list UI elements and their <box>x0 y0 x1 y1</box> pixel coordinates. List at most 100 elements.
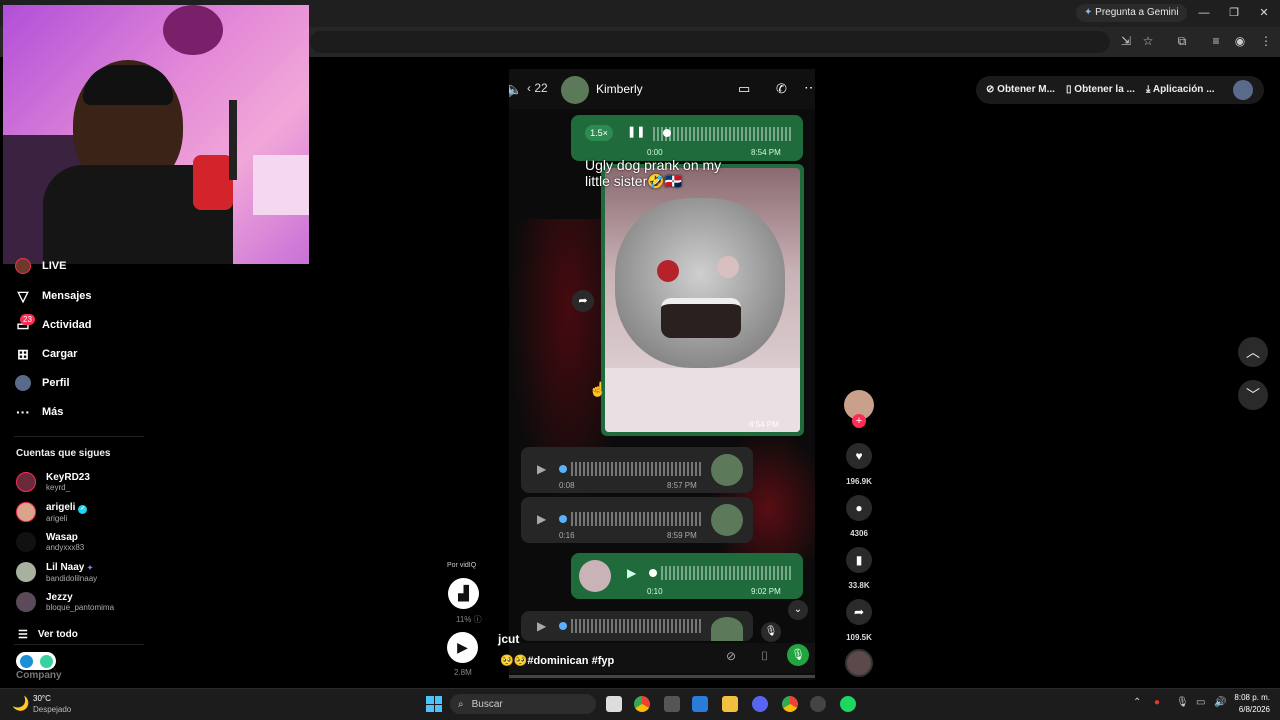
sidebar-item-more[interactable]: ··· Más <box>14 400 63 424</box>
monitor-icon[interactable]: ▭ <box>1196 697 1205 708</box>
sidebar-item-live[interactable]: LIVE <box>14 254 66 278</box>
chevron-up-icon[interactable]: ⌃ <box>1133 697 1141 708</box>
poster-art <box>163 5 223 55</box>
forward-icon[interactable]: ➦ <box>572 290 594 312</box>
vidiq-views: 2.8M <box>454 668 472 677</box>
mic-icon: 🎙 <box>761 622 781 642</box>
extensions-icon[interactable]: ⧉ <box>1174 33 1190 49</box>
minimize-icon[interactable]: — <box>1196 5 1212 21</box>
next-video-button[interactable]: ﹀ <box>1238 380 1268 410</box>
plus-square-icon: ⊞ <box>17 345 29 362</box>
chat-header <box>509 69 815 109</box>
windows-start-icon[interactable] <box>426 696 442 712</box>
following-account[interactable]: KeyRD23 keyrd_ <box>16 467 90 497</box>
get-coins-button[interactable]: ⊘ Obtener M... <box>986 84 1055 95</box>
chrome-icon[interactable] <box>782 696 798 712</box>
play-button[interactable]: ▶ <box>447 632 478 663</box>
spotify-icon[interactable] <box>840 696 856 712</box>
playback-knob <box>559 465 567 473</box>
sidebar-item-label: Perfil <box>42 377 70 389</box>
following-account[interactable]: arigeli ✓ arigeli <box>16 497 88 527</box>
voice-message-bubble: ▶ 0:08 8:57 PM <box>521 447 753 493</box>
following-account[interactable]: Wasap andyxxx83 <box>16 527 84 557</box>
previous-video-button[interactable]: ︿ <box>1238 337 1268 367</box>
message-time: 8:54 PM <box>751 148 781 157</box>
mouse-cursor-icon: ☝ <box>589 381 607 397</box>
gemini-button[interactable]: ✦ Pregunta a Gemini <box>1076 4 1187 22</box>
share-button[interactable]: ➦ <box>846 599 872 625</box>
moon-weather-icon: 🌙 <box>12 695 30 711</box>
restore-icon[interactable]: ❐ <box>1226 5 1242 21</box>
sidebar-item-label: LIVE <box>42 260 67 272</box>
vidiq-stats-icon[interactable]: ▟ <box>448 578 479 609</box>
avatar <box>16 502 36 522</box>
heart-icon: ♥ <box>855 449 863 463</box>
back-button[interactable]: ‹ 22 <box>527 81 548 95</box>
app-icon[interactable] <box>664 696 680 712</box>
tray-app-icon[interactable]: ● <box>1154 697 1160 708</box>
save-button[interactable]: ▮ <box>846 547 872 573</box>
mic-icon[interactable]: 🎙 <box>1176 697 1189 708</box>
video-caption-overlay: Ugly dog prank on my little sister🤣🇩🇴 <box>585 157 722 189</box>
sidebar-item-messages[interactable]: ▽ Mensajes <box>14 284 92 308</box>
sender-avatar <box>711 454 743 486</box>
play-icon: ▶ <box>627 566 637 580</box>
playback-knob <box>663 129 671 137</box>
browser-menu-icon[interactable]: ⋮ <box>1258 33 1274 49</box>
follow-plus-icon[interactable]: + <box>852 414 866 428</box>
discord-icon[interactable] <box>752 696 768 712</box>
play-icon: ▶ <box>537 619 547 633</box>
obs-icon[interactable] <box>810 696 826 712</box>
video-author[interactable]: jcut <box>498 632 519 646</box>
user-avatar[interactable] <box>1233 80 1253 100</box>
following-account[interactable]: Lil Naay ✦ bandidolilnaay <box>16 557 97 587</box>
verified-icon: ✓ <box>78 504 88 514</box>
volume-icon[interactable]: 🔈 <box>509 81 522 98</box>
chevron-up-icon: ︿ <box>1246 344 1260 360</box>
playback-knob <box>559 515 567 523</box>
task-view-icon[interactable] <box>606 696 622 712</box>
get-app-button[interactable]: ▯ Obtener la ... <box>1066 84 1135 95</box>
sidebar-item-upload[interactable]: ⊞ Cargar <box>14 342 77 366</box>
desktop-app-button[interactable]: ⤓ Aplicación ... <box>1146 84 1215 95</box>
music-disc-icon[interactable] <box>845 649 873 677</box>
playback-knob <box>559 622 567 630</box>
see-all-link[interactable]: ☰ Ver todo <box>18 622 78 646</box>
play-icon: ▶ <box>537 462 547 476</box>
message-duration: 0:08 <box>559 481 575 490</box>
chevron-down-icon[interactable]: ⌄ <box>788 600 808 620</box>
bookmark-star-icon[interactable]: ☆ <box>1140 33 1156 49</box>
photo-message-bubble: 8:54 PM <box>601 164 804 436</box>
avatar-icon <box>14 374 32 392</box>
video-progress-bar[interactable] <box>509 675 815 678</box>
file-explorer-icon[interactable] <box>722 696 738 712</box>
save-count: 33.8K <box>848 581 870 590</box>
like-button[interactable]: ♥ <box>846 443 872 469</box>
contact-name: Kimberly <box>596 82 643 96</box>
divider <box>14 436 144 437</box>
share-icon: ➦ <box>853 605 865 619</box>
clock-time: 8:08 p. m. <box>1234 693 1270 702</box>
close-icon[interactable]: ✕ <box>1256 5 1272 21</box>
info-icon: ⓘ <box>473 615 482 624</box>
sidebar-item-profile[interactable]: Perfil <box>14 371 70 395</box>
account-handle: arigeli <box>46 513 68 523</box>
taskbar-search[interactable]: ⌕ Buscar <box>450 694 596 714</box>
phone-icon: ▯ <box>1066 84 1072 95</box>
address-bar[interactable] <box>310 31 1110 53</box>
message-time: 8:59 PM <box>667 531 697 540</box>
photos-icon[interactable] <box>692 696 708 712</box>
pause-icon: ❚❚ <box>627 126 646 138</box>
video-player[interactable]: 🔈 ‹ 22 Kimberly ▭ ✆ ⋯ 1.5× ❚❚ 0:00 8:54 … <box>509 69 815 680</box>
message-time: 8:54 PM <box>749 420 779 429</box>
profile-icon[interactable]: ◉ <box>1232 33 1248 49</box>
reading-list-icon[interactable]: ≡ <box>1208 33 1224 49</box>
comment-button[interactable]: ● <box>846 495 872 521</box>
weather-desc: Despejado <box>33 705 72 714</box>
chrome-icon[interactable] <box>634 696 650 712</box>
install-app-icon[interactable]: ⇲ <box>1118 33 1134 49</box>
chevron-left-icon: ‹ <box>527 81 531 95</box>
following-account[interactable]: Jezzy bloque_pantomima <box>16 587 114 617</box>
speed-chip: 1.5× <box>585 125 613 141</box>
volume-icon[interactable]: 🔊 <box>1214 697 1226 708</box>
